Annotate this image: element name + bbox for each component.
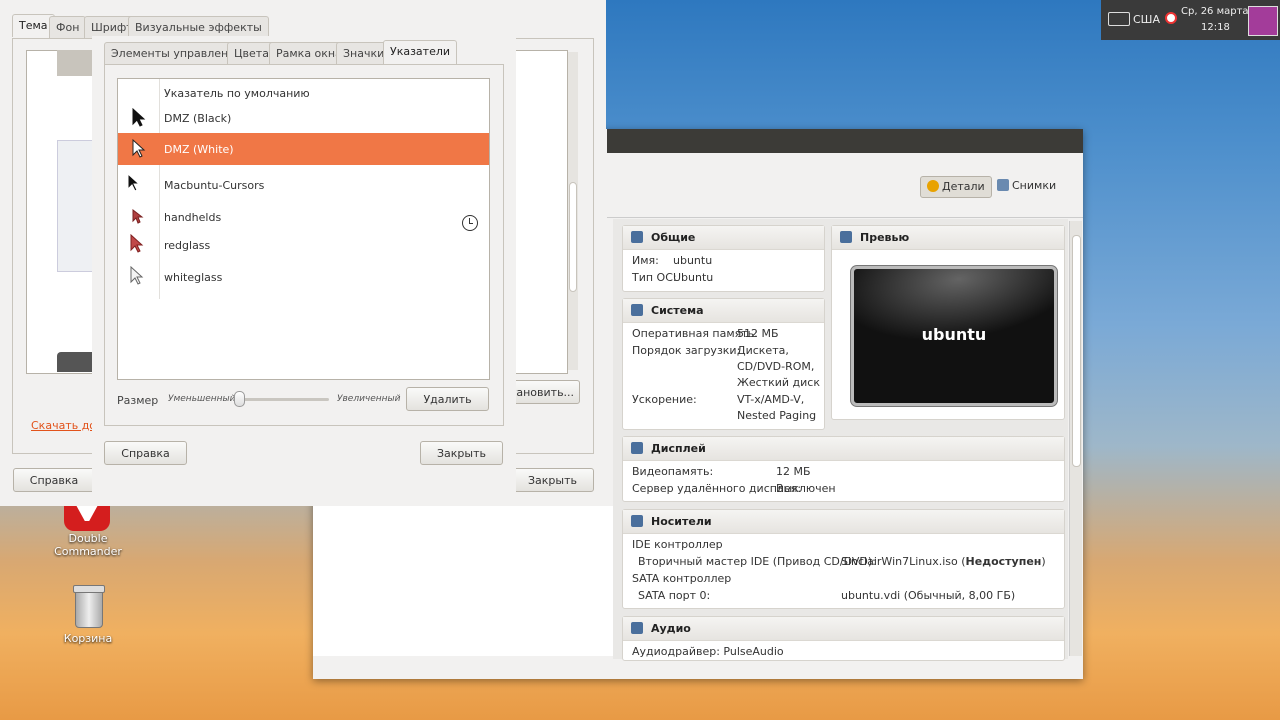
app-tray-icon[interactable] (1248, 6, 1278, 36)
red-cursor-icon (132, 209, 144, 224)
audio-title[interactable]: Аудио (651, 622, 691, 635)
size-slider-knob[interactable] (234, 391, 245, 407)
theme-scroll-thumb[interactable] (569, 182, 577, 292)
keyboard-layout[interactable]: США (1133, 13, 1160, 26)
sata-port-key: SATA порт 0: (638, 589, 711, 602)
busy-cursor-icon (462, 215, 478, 231)
clock-time[interactable]: 12:18 (1201, 22, 1230, 33)
white-cursor-icon (130, 266, 144, 285)
black-cursor-icon (127, 173, 141, 192)
list-item[interactable]: whiteglass (118, 263, 489, 293)
preview-title[interactable]: Превью (860, 231, 909, 244)
display-title[interactable]: Дисплей (651, 442, 706, 455)
size-max-label: Увеличенный (337, 394, 401, 404)
ide-controller: IDE контроллер (632, 538, 723, 551)
storage-title[interactable]: Носители (651, 515, 712, 528)
storage-icon (631, 515, 643, 527)
trash-icon[interactable] (70, 585, 106, 628)
gear-icon (927, 180, 939, 192)
red-cursor-icon (130, 234, 144, 253)
display-icon (631, 442, 643, 454)
black-cursor-icon (132, 108, 146, 127)
list-item[interactable]: redglass (118, 231, 489, 261)
os-key: Тип ОС: (632, 271, 677, 284)
list-item-selected[interactable]: DMZ (White) (118, 133, 489, 165)
accel-value-1: VT-x/AMD-V, (737, 393, 805, 406)
system-icon (631, 304, 643, 316)
sata-port-value: ubuntu.vdi (Обычный, 8,00 ГБ) (841, 589, 1016, 602)
size-min-label: Уменьшенный (168, 394, 236, 404)
tab-pointers[interactable]: Указатели (383, 40, 458, 65)
appearance-help-button[interactable]: Справка (13, 468, 95, 492)
snapshots-button[interactable]: Снимки (991, 176, 1062, 196)
vram-value: 12 МБ (776, 465, 811, 478)
clock-date[interactable]: Ср, 26 марта (1181, 6, 1249, 17)
sata-controller: SATA контроллер (632, 572, 732, 585)
general-icon (631, 231, 643, 243)
keyboard-icon[interactable] (1108, 12, 1130, 26)
ide-slave-value: SinclairWin7Linux.iso (Недоступен) (841, 555, 1046, 568)
details-button[interactable]: Детали (920, 176, 992, 198)
theme-preview-3 (57, 352, 97, 372)
accel-key: Ускорение: (632, 393, 697, 406)
appearance-close-button[interactable]: Закрыть (511, 468, 594, 492)
system-tray: США Ср, 26 марта 12:18 (1101, 0, 1280, 40)
preview-vm-name: ubuntu (921, 325, 987, 344)
size-slider-track[interactable] (236, 398, 329, 401)
preview-icon (840, 231, 852, 243)
boot-value-3: Жесткий диск (737, 376, 820, 389)
theme-scrollbar[interactable] (568, 52, 578, 370)
ram-value: 512 МБ (737, 327, 779, 340)
customize-help-button[interactable]: Справка (104, 441, 187, 465)
delete-button[interactable]: Удалить (406, 387, 489, 411)
name-key: Имя: (632, 254, 659, 267)
audio-icon (631, 622, 643, 634)
audio-driver: Аудиодрайвер: PulseAudio (632, 645, 784, 658)
general-title[interactable]: Общие (651, 231, 695, 244)
size-label: Размер (117, 394, 159, 407)
name-value: ubuntu (673, 254, 713, 267)
boot-value-1: Дискета, (737, 344, 789, 357)
tab-background[interactable]: Фон (49, 16, 87, 39)
list-item[interactable]: DMZ (Black) (118, 104, 489, 134)
list-item[interactable]: Macbuntu-Cursors (118, 171, 489, 201)
camera-icon (997, 179, 1009, 191)
white-cursor-icon (132, 139, 146, 158)
session-icon[interactable] (1165, 12, 1177, 24)
details-scroll-thumb[interactable] (1072, 235, 1081, 467)
list-item[interactable]: handhelds (118, 203, 489, 233)
trash-label[interactable]: Корзина (48, 632, 128, 645)
preview-screen: ubuntu (851, 266, 1057, 406)
accel-value-2: Nested Paging (737, 409, 817, 422)
details-scrollbar[interactable] (1069, 221, 1082, 656)
pointer-list[interactable]: Указатель по умолчанию DMZ (Black) DMZ (… (117, 78, 490, 380)
boot-value-2: CD/DVD-ROM, (737, 360, 815, 373)
os-value: Ubuntu (673, 271, 714, 284)
theme-preview-1 (57, 50, 97, 76)
double-commander-icon[interactable] (64, 505, 110, 531)
vbox-titlebar[interactable] (607, 129, 1083, 153)
double-commander-label[interactable]: Double Commander (38, 532, 138, 558)
customize-close-button[interactable]: Закрыть (420, 441, 503, 465)
vram-key: Видеопамять: (632, 465, 714, 478)
vm-list-area[interactable] (313, 506, 613, 656)
system-title[interactable]: Система (651, 304, 704, 317)
boot-key: Порядок загрузки: (632, 344, 741, 357)
rds-value: Выключен (776, 482, 836, 495)
